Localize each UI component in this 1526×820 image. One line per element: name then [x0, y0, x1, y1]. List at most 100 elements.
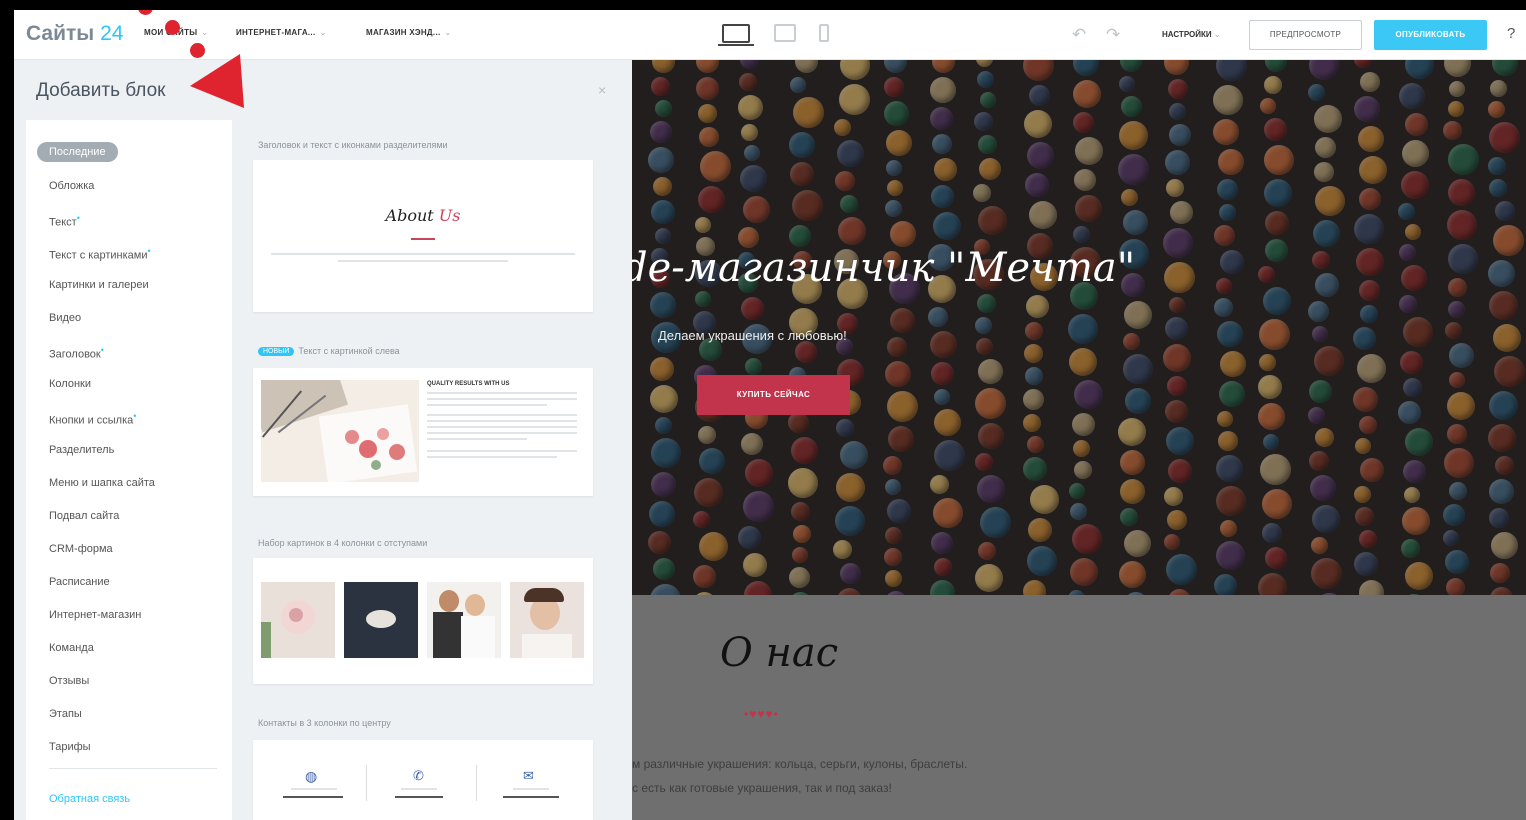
about-section: О нас •♥♥♥• м различные украшения: кольц…: [632, 595, 1526, 820]
category-menu-header[interactable]: Меню и шапка сайта: [49, 477, 155, 489]
publish-button[interactable]: ОПУБЛИКОВАТЬ: [1374, 20, 1487, 50]
category-divider[interactable]: Разделитель: [49, 444, 114, 456]
category-team[interactable]: Команда: [49, 642, 94, 654]
category-cover[interactable]: Обложка: [49, 180, 94, 192]
hearts-divider: •♥♥♥•: [744, 707, 779, 721]
category-buttons[interactable]: Кнопки и ссылка•: [49, 411, 136, 427]
category-galleries[interactable]: Картинки и галереи: [49, 279, 149, 291]
top-bar: Сайты 24 МОИ САЙТЫ ⌄ ИНТЕРНЕТ-МАГА... ⌄ МА…: [14, 10, 1526, 60]
category-pricing[interactable]: Тарифы: [49, 741, 91, 753]
redo-icon[interactable]: ↷: [1106, 25, 1120, 45]
site-preview: de-магазинчик "Мечта" Делаем украшения с…: [632, 60, 1526, 820]
wedding-couple-image: [427, 582, 501, 658]
category-label: Расписание: [49, 576, 110, 588]
breadcrumb-label: ИНТЕРНЕТ-МАГА...: [236, 28, 316, 37]
category-label: Текст: [49, 216, 77, 229]
category-label: Видео: [49, 312, 82, 324]
category-recent[interactable]: Последние: [37, 142, 118, 162]
category-steps[interactable]: Этапы: [49, 708, 82, 720]
settings-button[interactable]: НАСТРОЙКИ ⌄: [1162, 30, 1221, 39]
add-block-panel: Добавить блок × Последние Обложка Текст•…: [14, 60, 632, 820]
category-label: Интернет-магазин: [49, 609, 142, 621]
category-label: CRM-форма: [49, 543, 113, 555]
new-marker: •: [133, 411, 137, 421]
annotation-dot: [165, 20, 180, 35]
category-schedule[interactable]: Расписание: [49, 576, 110, 588]
text-placeholder: [427, 420, 577, 422]
settings-label: НАСТРОЙКИ: [1162, 30, 1212, 39]
category-text[interactable]: Текст•: [49, 213, 80, 229]
chevron-down-icon: ⌄: [444, 28, 452, 37]
block-card-about[interactable]: About Us: [253, 160, 593, 312]
phone-icon: ✆: [413, 768, 424, 783]
annotation-arrow-icon: [190, 54, 244, 108]
about-word: About: [385, 206, 439, 225]
undo-icon[interactable]: ↶: [1072, 25, 1086, 45]
block-label: Контакты в 3 колонки по центру: [258, 718, 391, 728]
category-label: Меню и шапка сайта: [49, 477, 155, 489]
preview-button[interactable]: ПРЕДПРОСМОТР: [1249, 20, 1362, 50]
block-card-text-image[interactable]: QUALITY RESULTS WITH US: [253, 368, 593, 496]
text-placeholder: [427, 414, 577, 416]
category-label: Обложка: [49, 180, 95, 192]
globe-icon: ◍: [305, 768, 318, 784]
breadcrumb-label: МАГАЗИН ХЭНД...: [366, 28, 441, 37]
hero-section: de-магазинчик "Мечта" Делаем украшения с…: [632, 60, 1526, 595]
text-placeholder: [427, 450, 577, 452]
block-label: Заголовок и текст с иконками разделителя…: [258, 140, 448, 150]
logo-text: Сайты: [26, 22, 95, 45]
category-label: Отзывы: [49, 675, 90, 687]
block-label-row: НОВЫЙ Текст с картинкой слева: [258, 346, 400, 357]
category-reviews[interactable]: Отзывы: [49, 675, 89, 687]
category-heading[interactable]: Заголовок•: [49, 345, 104, 361]
text-placeholder: [427, 432, 577, 434]
text-placeholder: [427, 438, 527, 440]
text-placeholder: [427, 392, 577, 394]
feedback-link[interactable]: Обратная связь: [49, 793, 130, 805]
category-store[interactable]: Интернет-магазин: [49, 609, 141, 621]
bouquet-image: [261, 582, 335, 658]
close-icon[interactable]: ×: [598, 82, 606, 98]
category-label: Колонки: [49, 378, 91, 390]
desktop-view-icon[interactable]: [718, 24, 754, 46]
mobile-view-icon[interactable]: [819, 24, 829, 42]
new-marker: •: [147, 246, 151, 256]
category-label: Тарифы: [49, 741, 91, 753]
text-placeholder: [291, 788, 337, 790]
panel-title: Добавить блок: [36, 80, 166, 101]
divider: [49, 768, 217, 769]
category-video[interactable]: Видео: [49, 312, 81, 324]
new-marker: •: [100, 345, 104, 355]
bride-image: [510, 582, 584, 658]
breadcrumb-shop[interactable]: ИНТЕРНЕТ-МАГА... ⌄: [236, 28, 326, 37]
block-card-contacts[interactable]: ◍ ✆ ✉: [253, 740, 593, 820]
text-placeholder: [427, 456, 557, 458]
block-preview-heading: QUALITY RESULTS WITH US: [427, 381, 510, 387]
watercolor-image: [261, 380, 419, 482]
hero-title: de-магазинчик "Мечта": [632, 245, 1136, 291]
text-placeholder: [503, 796, 559, 798]
category-list: Последние Обложка Текст• Текст с картинк…: [26, 120, 232, 820]
category-crm-form[interactable]: CRM-форма: [49, 543, 113, 555]
category-label: Картинки и галереи: [49, 279, 149, 291]
category-label: Текст с картинками: [49, 249, 148, 262]
buy-now-button[interactable]: КУПИТЬ СЕЙЧАС: [697, 375, 850, 415]
divider: [411, 238, 435, 240]
tablet-view-icon[interactable]: [774, 24, 796, 42]
new-badge: НОВЫЙ: [258, 347, 295, 357]
couple-image: [344, 582, 418, 658]
help-button[interactable]: ?: [1507, 25, 1515, 42]
hero-subtitle: Делаем украшения с любовью!: [658, 328, 847, 343]
text-placeholder: [427, 426, 577, 428]
category-text-images[interactable]: Текст с картинками•: [49, 246, 151, 262]
breadcrumb-store[interactable]: МАГАЗИН ХЭНД... ⌄: [366, 28, 452, 37]
text-placeholder: [513, 788, 549, 790]
category-footer[interactable]: Подвал сайта: [49, 510, 119, 522]
block-card-gallery[interactable]: [253, 558, 593, 684]
app-logo[interactable]: Сайты 24: [26, 22, 123, 46]
category-columns[interactable]: Колонки: [49, 378, 91, 390]
category-label: Подвал сайта: [49, 510, 120, 522]
text-placeholder: [401, 788, 437, 790]
chevron-down-icon: ⌄: [319, 28, 327, 37]
about-text: с есть как готовые украшения, так и под …: [632, 781, 892, 795]
